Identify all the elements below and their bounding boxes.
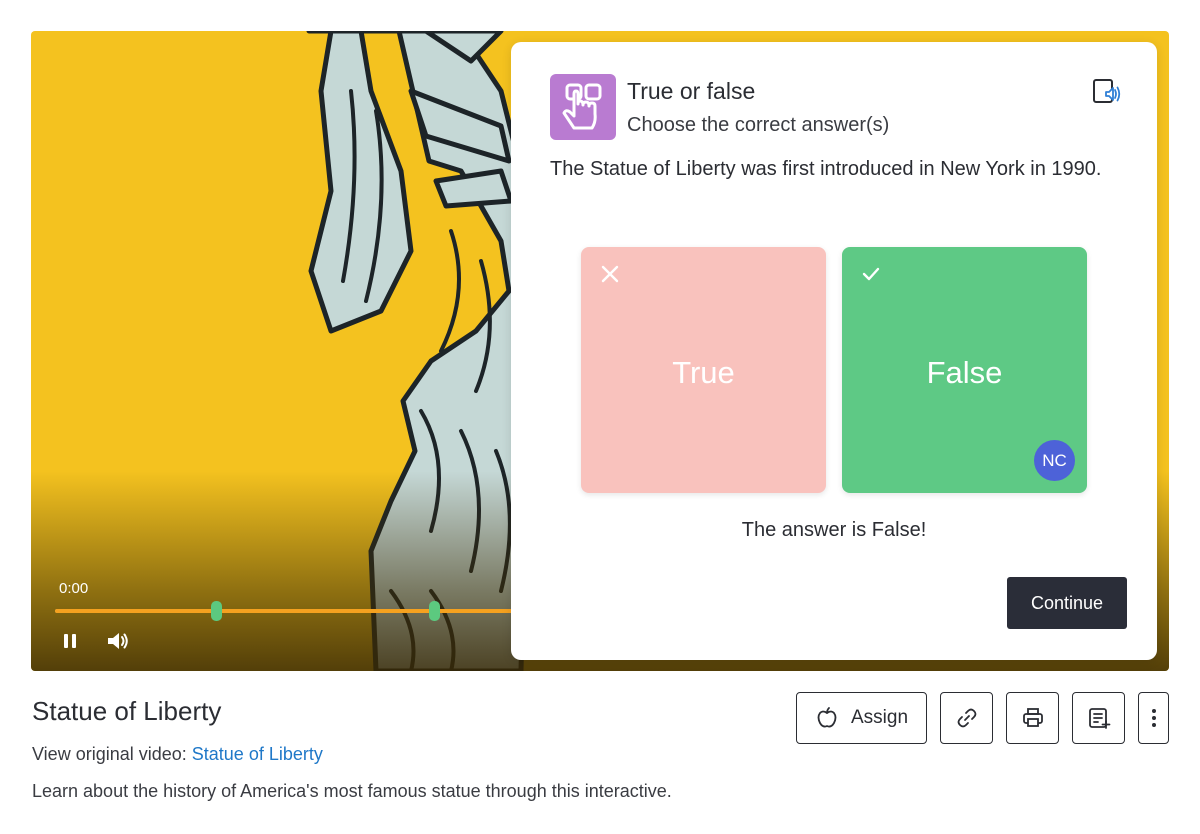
answer-feedback-prefix: The answer is (741, 519, 872, 541)
question-instruction: Choose the correct answer(s) (627, 114, 890, 136)
check-icon (860, 263, 882, 285)
volume-button[interactable] (105, 629, 131, 653)
avatar: NC (1034, 440, 1075, 481)
choice-false[interactable]: False NC (842, 247, 1087, 493)
original-video-line: View original video: Statue of Liberty (32, 744, 323, 765)
pause-icon (64, 634, 76, 648)
print-button[interactable] (1006, 692, 1059, 744)
add-to-list-button[interactable] (1072, 692, 1125, 744)
video-time: 0:00 (59, 580, 89, 597)
choice-true[interactable]: True (581, 247, 826, 493)
question-card: True or false Choose the correct answer(… (511, 42, 1157, 660)
printer-icon (1022, 708, 1043, 727)
question-type-badge (550, 74, 616, 140)
assign-label: Assign (850, 707, 909, 728)
original-video-link[interactable]: Statue of Liberty (192, 744, 323, 764)
choice-label: False (926, 355, 1003, 390)
original-video-prefix: View original video: (32, 744, 187, 764)
apple-icon (817, 707, 837, 728)
x-icon (599, 263, 621, 285)
more-vertical-icon (1151, 709, 1156, 727)
page-description: Learn about the history of America's mos… (32, 781, 672, 801)
question-marker[interactable] (429, 601, 440, 621)
assign-button[interactable]: Assign (796, 692, 927, 744)
choice-label: True (672, 355, 735, 390)
question-marker[interactable] (211, 601, 222, 621)
list-add-icon (1088, 708, 1110, 729)
answer-feedback: The answer is False! (511, 519, 1157, 542)
volume-icon (108, 633, 128, 649)
pause-button[interactable] (57, 629, 83, 653)
read-aloud-icon (1093, 79, 1121, 103)
continue-button[interactable]: Continue (1007, 577, 1127, 629)
read-aloud-button[interactable] (1091, 76, 1123, 108)
answer-feedback-answer: False! (871, 519, 927, 541)
question-type: True or false (627, 78, 756, 104)
link-icon (957, 708, 976, 728)
more-options-button[interactable] (1138, 692, 1169, 744)
page-title: Statue of Liberty (32, 696, 222, 726)
question-text: The Statue of Liberty was first introduc… (550, 158, 1102, 180)
tap-hand-icon (562, 83, 602, 130)
copy-link-button[interactable] (940, 692, 993, 744)
